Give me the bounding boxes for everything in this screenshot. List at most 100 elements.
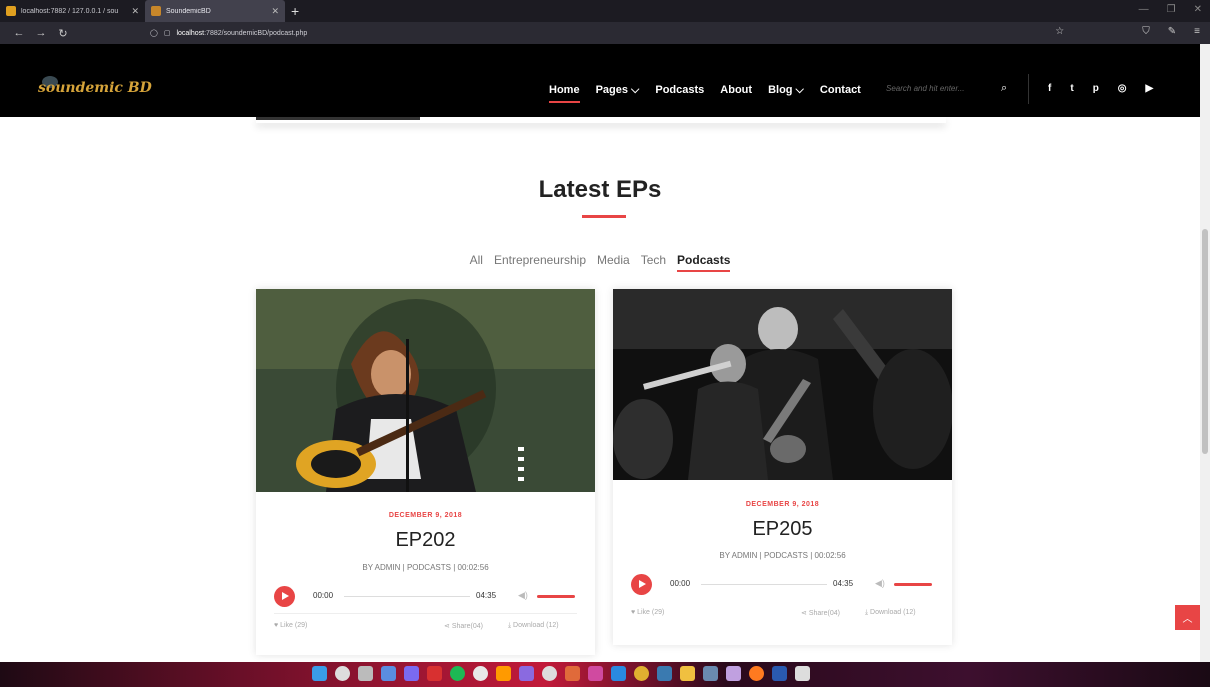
- url-bar[interactable]: ◯ ▢ localhost:7882/soundemicBD/podcast.p…: [150, 25, 1070, 41]
- episode-date: DECEMBER 9, 2018: [388, 512, 463, 519]
- like-count: Like (29): [280, 622, 308, 629]
- social-links: f t p ◎ ▶: [1048, 83, 1153, 94]
- calculator-icon[interactable]: [703, 666, 718, 681]
- page-scrollbar[interactable]: [1200, 44, 1210, 662]
- widgets-icon[interactable]: [381, 666, 396, 681]
- app-icon[interactable]: [565, 666, 580, 681]
- tab-title: localhost:7882 / 127.0.0.1 / sou: [21, 7, 119, 15]
- url-host: localhost: [176, 29, 205, 37]
- pocket-icon[interactable]: ⛉: [1142, 26, 1150, 37]
- facebook-icon[interactable]: f: [1048, 83, 1051, 94]
- menu-item-contact[interactable]: Contact: [820, 84, 861, 97]
- firefox-icon[interactable]: [749, 666, 764, 681]
- close-window-icon[interactable]: ✕: [1194, 4, 1202, 15]
- episode-footer: ♥ Like (29) ⋖ Share(04) ⤓ Download (12): [631, 601, 934, 631]
- terminal-icon[interactable]: [657, 666, 672, 681]
- minimize-icon[interactable]: —: [1139, 4, 1149, 15]
- app-icon[interactable]: [795, 666, 810, 681]
- download-button[interactable]: ⤓ Download (12): [508, 622, 559, 630]
- episode-title[interactable]: EP205: [613, 518, 952, 541]
- menu-item-pages[interactable]: Pages ⌵: [596, 84, 640, 97]
- browser-tab-phpmyadmin[interactable]: localhost:7882 / 127.0.0.1 / sou ✕: [0, 0, 145, 22]
- task-view-icon[interactable]: [358, 666, 373, 681]
- browser-icon[interactable]: [542, 666, 557, 681]
- progress-bar[interactable]: [701, 584, 827, 585]
- scroll-thumb[interactable]: [1202, 229, 1208, 454]
- page-icon: ▢: [163, 30, 171, 37]
- duration: 04:35: [476, 591, 497, 600]
- restore-icon[interactable]: ❐: [1167, 4, 1176, 15]
- share-button[interactable]: ⋖ Share(04): [444, 622, 483, 630]
- filter-tech[interactable]: Tech: [641, 253, 666, 272]
- band-photo: [613, 289, 952, 480]
- volume-icon[interactable]: ◀): [875, 578, 885, 589]
- menu-icon[interactable]: ≡: [1194, 26, 1200, 37]
- like-button[interactable]: ♥ Like (29): [631, 609, 664, 616]
- title-underline: [582, 215, 626, 218]
- chat-icon[interactable]: [404, 666, 419, 681]
- episode-image-guitarist[interactable]: [256, 289, 595, 492]
- filter-podcasts[interactable]: Podcasts: [677, 253, 731, 272]
- filter-all[interactable]: All: [470, 253, 483, 272]
- bookmark-star-icon[interactable]: ☆: [1055, 26, 1064, 37]
- back-icon[interactable]: ←: [8, 27, 30, 39]
- soundemic-favicon-icon: [151, 6, 161, 16]
- close-icon[interactable]: ✕: [271, 6, 279, 17]
- close-icon[interactable]: ✕: [131, 6, 139, 17]
- episode-image-band[interactable]: [613, 289, 952, 480]
- pinterest-icon[interactable]: p: [1093, 83, 1099, 94]
- chrome-icon[interactable]: [473, 666, 488, 681]
- play-button[interactable]: [631, 574, 652, 595]
- file-explorer-icon[interactable]: [680, 666, 695, 681]
- download-count: Download (12): [513, 622, 559, 629]
- volume-slider[interactable]: [894, 583, 932, 586]
- twitter-icon[interactable]: t: [1070, 83, 1073, 94]
- illustrator-icon[interactable]: [496, 666, 511, 681]
- episode-meta: BY ADMIN | PODCASTS | 00:02:56: [719, 551, 846, 560]
- episode-date: DECEMBER 9, 2018: [745, 501, 820, 508]
- menu-item-about[interactable]: About: [720, 84, 752, 97]
- share-button[interactable]: ⋖ Share(04): [801, 609, 840, 617]
- word-icon[interactable]: [772, 666, 787, 681]
- progress-bar[interactable]: [344, 596, 470, 597]
- play-button[interactable]: [274, 586, 295, 607]
- like-button[interactable]: ♥ Like (29): [274, 622, 307, 629]
- browser-tab-soundemic[interactable]: SoundemicBD ✕: [145, 0, 285, 22]
- menu-item-blog[interactable]: Blog ⌵: [768, 84, 804, 97]
- episode-footer: ♥ Like (29) ⋖ Share(04) ⤓ Download (12): [274, 613, 577, 643]
- shield-icon: ◯: [150, 30, 158, 37]
- previous-section-image: [256, 117, 420, 120]
- visual-studio-icon[interactable]: [519, 666, 534, 681]
- chrome-icon[interactable]: [634, 666, 649, 681]
- current-time: 00:00: [670, 579, 691, 588]
- youtube-icon[interactable]: ▶: [1146, 83, 1154, 94]
- search-input[interactable]: Search and hit enter...: [886, 84, 964, 93]
- back-to-top-button[interactable]: ︿: [1175, 605, 1200, 630]
- download-button[interactable]: ⤓ Download (12): [865, 609, 916, 617]
- forward-icon[interactable]: →: [30, 27, 52, 39]
- episode-card: DECEMBER 9, 2018 EP205 BY ADMIN | PODCAS…: [613, 289, 952, 645]
- volume-slider[interactable]: [537, 595, 575, 598]
- filter-media[interactable]: Media: [597, 253, 630, 272]
- site-logo[interactable]: soundemic BD: [38, 80, 152, 96]
- taskbar-icons: [312, 666, 810, 681]
- search-icon[interactable]: [335, 666, 350, 681]
- instagram-icon[interactable]: ◎: [1118, 83, 1127, 94]
- new-tab-button[interactable]: +: [291, 3, 299, 19]
- reload-icon[interactable]: ↻: [52, 27, 74, 40]
- xd-icon[interactable]: [588, 666, 603, 681]
- search-icon[interactable]: ⌕: [1001, 82, 1007, 95]
- spotify-icon[interactable]: [450, 666, 465, 681]
- extension-icon[interactable]: ✎: [1168, 26, 1176, 37]
- audio-player: 00:00 04:35 ◀): [631, 574, 937, 596]
- windows-start-icon[interactable]: [312, 666, 327, 681]
- volume-icon[interactable]: ◀): [518, 590, 528, 601]
- menu-item-home[interactable]: Home: [549, 84, 580, 103]
- vscode-icon[interactable]: [611, 666, 626, 681]
- photos-icon[interactable]: [726, 666, 741, 681]
- app-icon[interactable]: [427, 666, 442, 681]
- menu-item-podcasts[interactable]: Podcasts: [655, 84, 704, 97]
- episode-title[interactable]: EP202: [256, 529, 595, 552]
- filter-entrepreneurship[interactable]: Entrepreneurship: [494, 253, 586, 272]
- os-taskbar: [0, 662, 1210, 687]
